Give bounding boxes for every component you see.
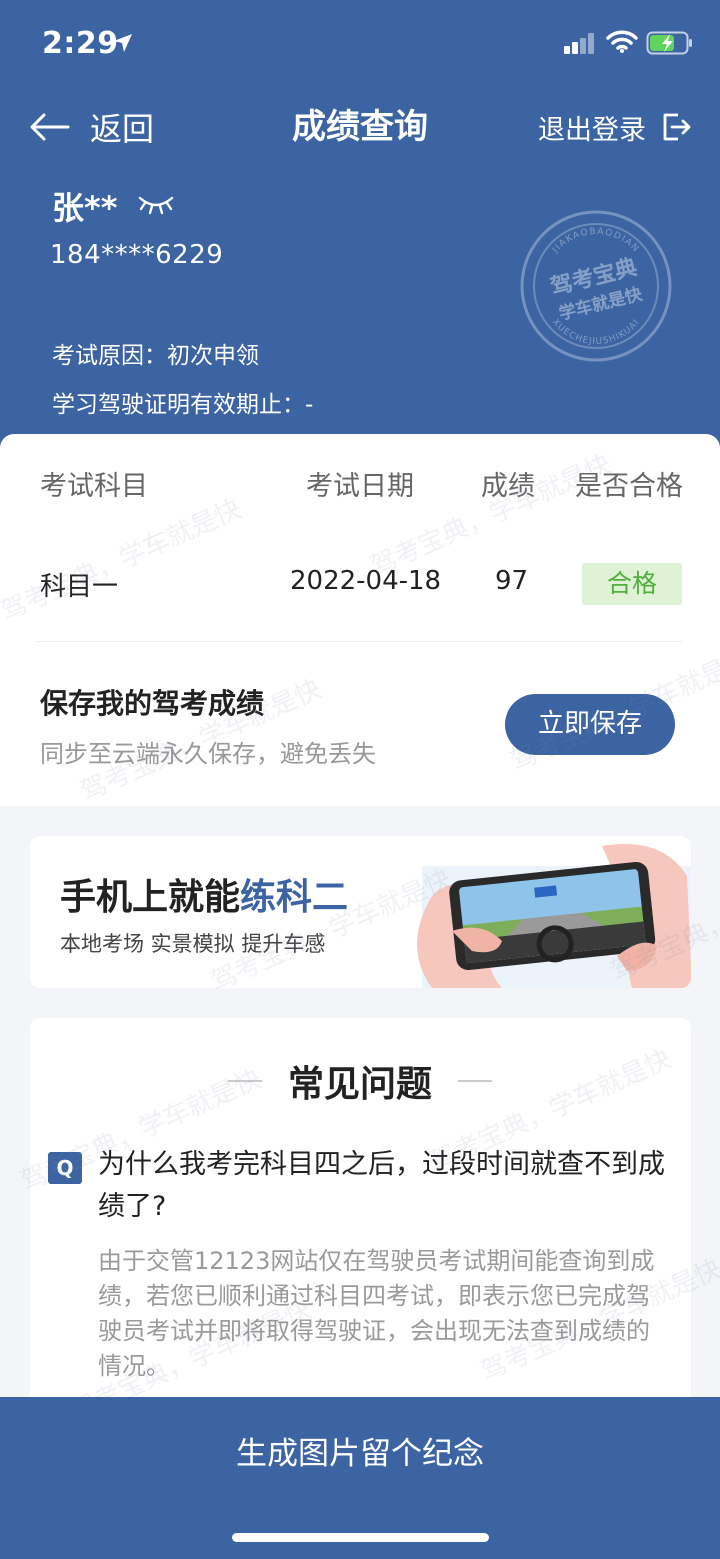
row-subject: 科目一	[40, 572, 119, 602]
pass-badge: 合格	[582, 563, 682, 605]
location-arrow-icon	[114, 34, 132, 52]
header-pass: 是否合格	[575, 471, 683, 502]
promo-title: 手机上就能练科二	[60, 868, 348, 920]
question-badge: Q	[48, 1152, 82, 1184]
promo-subtitle: 本地考场 实景模拟 提升车感	[60, 932, 326, 956]
divider	[36, 641, 682, 642]
save-now-button[interactable]: 立即保存	[505, 694, 675, 755]
svg-text:JIAKAOBAODIAN: JIAKAOBAODIAN	[550, 227, 641, 256]
faq-question[interactable]: 为什么我考完科目四之后，过段时间就查不到成绩了?	[98, 1144, 668, 1228]
user-name: 张**	[52, 189, 118, 227]
cellular-signal-icon	[564, 33, 594, 54]
header-date: 考试日期	[306, 471, 414, 502]
faq-answer: 由于交管12123网站仅在驾驶员考试期间能查询到成绩，若您已顺利通过科目四考试，…	[98, 1247, 655, 1380]
promo-title-accent: 练科二	[240, 877, 349, 918]
logout-button[interactable]: 退出登录	[538, 103, 692, 151]
logout-label: 退出登录	[538, 114, 646, 146]
practice-promo-banner[interactable]: 手机上就能练科二 本地考场 实景模拟 提升车感	[30, 836, 691, 988]
brand-stamp-logo: JIAKAOBAODIAN XUECHEJIUSHIKUAI 驾考宝典 学车就是…	[520, 210, 672, 362]
header-score: 成绩	[481, 471, 535, 502]
save-subtitle: 同步至云端永久保存，避免丢失	[40, 740, 376, 768]
battery-charging-icon	[646, 31, 692, 55]
phone-driving-sim-illustration	[417, 844, 691, 988]
header-subject: 考试科目	[40, 471, 148, 502]
user-phone: 184****6229	[50, 240, 224, 270]
home-indicator	[232, 1533, 489, 1542]
license-valid-date: 学习驾驶证明有效期止：-	[52, 392, 314, 418]
status-bar: 2:29	[0, 0, 720, 90]
wifi-icon	[606, 30, 638, 53]
row-date: 2022-04-18	[290, 566, 442, 596]
exam-reason: 考试原因：初次申领	[52, 343, 259, 369]
logout-icon	[663, 113, 691, 141]
faq-heading: 常见问题	[287, 1064, 432, 1105]
promo-title-prefix: 手机上就能	[60, 877, 241, 918]
generate-image-label: 生成图片留个纪念	[236, 1436, 484, 1472]
nav-bar: 返回 成绩查询 退出登录	[0, 95, 720, 159]
faq-heading-line-right	[458, 1080, 492, 1082]
eye-closed-icon[interactable]	[136, 190, 176, 218]
save-title: 保存我的驾考成绩	[40, 687, 265, 720]
status-time: 2:29	[42, 26, 119, 61]
row-score: 97	[495, 566, 529, 596]
